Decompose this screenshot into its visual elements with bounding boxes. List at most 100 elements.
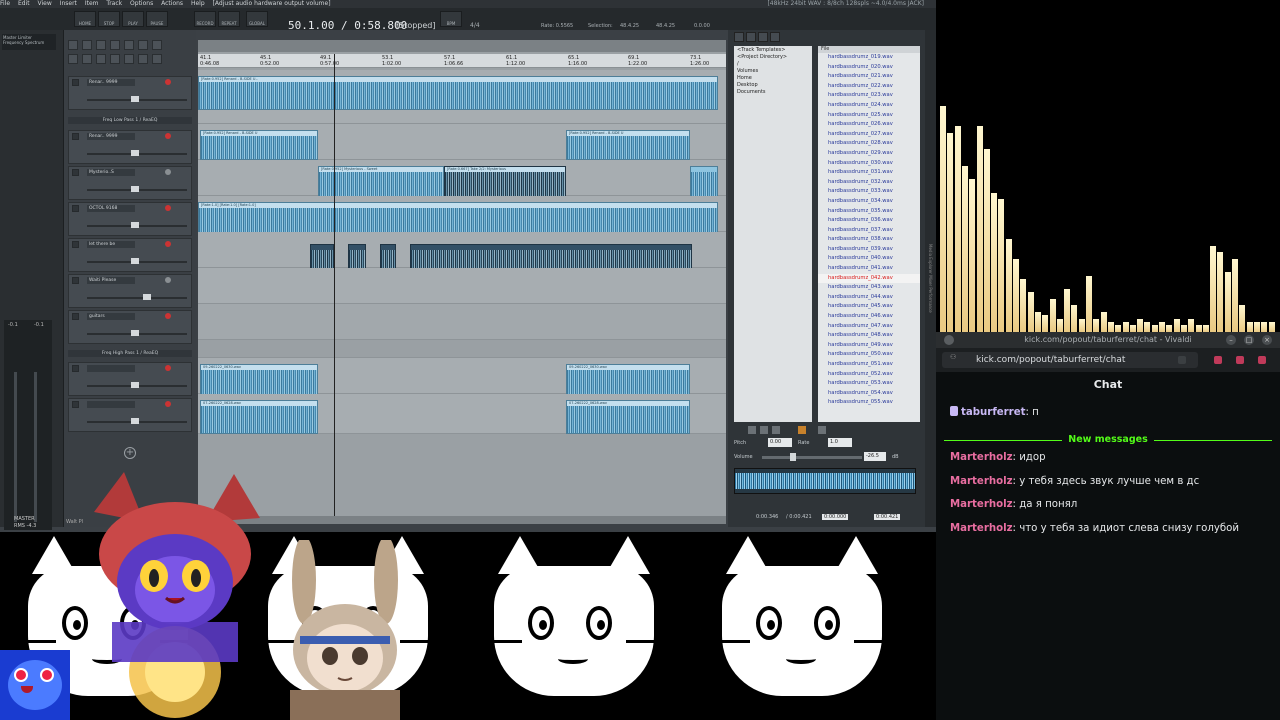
chat-message[interactable]: Marterholz: да я понял (950, 499, 1077, 510)
bookmark-icon[interactable] (1178, 356, 1186, 364)
track-1-record-arm[interactable] (165, 79, 171, 85)
track-9-volume-knob[interactable] (131, 418, 139, 424)
track-1[interactable]: Renar.. 9999 (68, 76, 192, 110)
track-5-volume-knob[interactable] (131, 258, 139, 264)
file-list-item[interactable]: hardbassdrumz_027.wav (818, 130, 920, 140)
metronome-icon[interactable] (152, 40, 162, 50)
track-9-name[interactable] (87, 401, 135, 408)
pitch-field[interactable]: 0.00 (768, 438, 792, 447)
file-list-item[interactable]: hardbassdrumz_041.wav (818, 264, 920, 274)
settings-icon[interactable] (110, 40, 120, 50)
undo-icon[interactable] (124, 40, 134, 50)
selection-end[interactable]: 48.4.25 (656, 23, 675, 29)
track-6-record-arm[interactable] (165, 277, 171, 283)
track-8-name[interactable] (87, 365, 135, 372)
snap-icon[interactable] (68, 54, 78, 64)
home-button[interactable]: HOME (74, 11, 96, 27)
site-info-icon[interactable]: ⚇ (950, 353, 956, 361)
file-list-item[interactable]: hardbassdrumz_022.wav (818, 82, 920, 92)
track-6-volume-slider[interactable] (87, 297, 187, 299)
file-list-item[interactable]: hardbassdrumz_028.wav (818, 139, 920, 149)
track-5-record-arm[interactable] (165, 241, 171, 247)
track-9-env-icon[interactable] (72, 401, 79, 408)
file-list-item[interactable]: hardbassdrumz_051.wav (818, 360, 920, 370)
file-list-item[interactable]: hardbassdrumz_055.wav (818, 398, 920, 408)
tree-item[interactable]: Home (737, 75, 809, 82)
file-list-item[interactable]: hardbassdrumz_049.wav (818, 341, 920, 351)
global-auto-button[interactable]: GLOBAL AUTO (246, 11, 268, 50)
options-icon[interactable] (818, 426, 826, 434)
track-6-name[interactable]: Waiti Please (87, 277, 135, 284)
track-8-record-arm[interactable] (165, 365, 171, 371)
volume-field[interactable]: -26.5 (864, 452, 886, 461)
save-icon[interactable] (96, 40, 106, 50)
media-item-mysterious[interactable]: [Rate:0.952] Mysterious - Sweet (318, 166, 444, 198)
file-list-item[interactable]: hardbassdrumz_031.wav (818, 168, 920, 178)
track-4-name[interactable]: OCTOL 9168 (87, 205, 135, 212)
envelope-icon[interactable] (124, 54, 134, 64)
tree-item[interactable]: Volumes (737, 68, 809, 75)
folder-low-pass[interactable]: Freq Low Pass 1 / ReaEQ (68, 117, 192, 124)
ripple-icon[interactable] (96, 54, 106, 64)
menu-track[interactable]: Track (106, 0, 122, 7)
track-1-volume-knob[interactable] (131, 96, 139, 102)
forward-icon[interactable] (746, 32, 756, 42)
playrate[interactable]: Rate: 0.5565 (541, 23, 573, 29)
selection-length[interactable]: 0.0.00 (694, 23, 710, 29)
extension-icon[interactable] (1214, 356, 1222, 364)
track-lane[interactable] (198, 340, 726, 358)
group-icon[interactable] (152, 54, 162, 64)
loop-preview-icon[interactable] (798, 426, 806, 434)
file-list-item[interactable]: hardbassdrumz_045.wav (818, 302, 920, 312)
preview-end-field[interactable]: 0:00.421 (874, 514, 901, 520)
file-list-item[interactable]: hardbassdrumz_032.wav (818, 178, 920, 188)
media-item-mysterious-2[interactable] (690, 166, 718, 198)
file-list-item[interactable]: hardbassdrumz_039.wav (818, 245, 920, 255)
extension-icon-3[interactable] (1258, 356, 1266, 364)
track-6[interactable]: Waiti Please (68, 274, 192, 308)
menu-options[interactable]: Options (130, 0, 153, 7)
chat-username[interactable]: Marterholz (950, 499, 1013, 510)
preview-start-field[interactable]: 0:00.000 (822, 514, 849, 520)
track-9[interactable] (68, 398, 192, 432)
master-fx-slot[interactable]: Master Limiter Frequency Spectrum (2, 34, 56, 50)
track-9-record-arm[interactable] (165, 401, 171, 407)
track-2-env-icon[interactable] (72, 133, 79, 140)
track-3-name[interactable]: Mysterio..S (87, 169, 135, 176)
file-list-item[interactable]: hardbassdrumz_050.wav (818, 350, 920, 360)
track-4-record-arm[interactable] (165, 205, 171, 211)
file-list-item[interactable]: hardbassdrumz_033.wav (818, 187, 920, 197)
chat-username[interactable]: taburferret (961, 407, 1025, 418)
menu-insert[interactable]: Insert (60, 0, 77, 7)
media-item-take[interactable]: [Rate:0.667] Take 2/2: Mysterious (444, 166, 566, 198)
tree-item[interactable]: / (737, 61, 809, 68)
media-item-renard[interactable]: [Rate:0.952] Renard - B-SIDE U.. (198, 76, 718, 110)
track-2[interactable]: Renar.. 9999 (68, 130, 192, 164)
pause-button[interactable]: PAUSE (146, 11, 168, 27)
lock-icon[interactable] (110, 54, 120, 64)
track-7-name[interactable]: guitars (87, 313, 135, 320)
minimize-icon[interactable]: – (1226, 335, 1236, 345)
tree-item[interactable]: <Project Directory> (737, 54, 809, 61)
time-signature[interactable]: 4/4 (470, 22, 480, 29)
media-item-clip-1b[interactable]: 09-260222_0630.wav (566, 364, 690, 396)
track-8-env-icon[interactable] (72, 365, 79, 372)
track-4-volume-knob[interactable] (131, 222, 139, 228)
track-1-env-icon[interactable] (72, 79, 79, 86)
volume-slider[interactable] (762, 456, 862, 459)
add-track-button[interactable]: + (124, 447, 136, 459)
arrange-view[interactable]: 41.1 45.1 49.1 53.1 57.1 61.1 65.1 69.1 … (198, 40, 726, 524)
menu-view[interactable]: View (38, 0, 52, 7)
stop-preview-icon[interactable] (772, 426, 780, 434)
file-list-item[interactable]: hardbassdrumz_053.wav (818, 379, 920, 389)
track-6-volume-knob[interactable] (143, 294, 151, 300)
refresh-icon[interactable] (770, 32, 780, 42)
file-list-item[interactable]: hardbassdrumz_034.wav (818, 197, 920, 207)
grid-icon[interactable] (82, 54, 92, 64)
play-button[interactable]: PLAY (122, 11, 144, 27)
track-7-env-icon[interactable] (72, 313, 79, 320)
media-item-octo[interactable]: [Rate:1.0] [Rate:1.0] [Rate:1.0] (198, 202, 718, 234)
volume-thumb[interactable] (790, 453, 796, 461)
file-list-header[interactable]: File (818, 46, 920, 53)
file-list-item[interactable]: hardbassdrumz_030.wav (818, 159, 920, 169)
